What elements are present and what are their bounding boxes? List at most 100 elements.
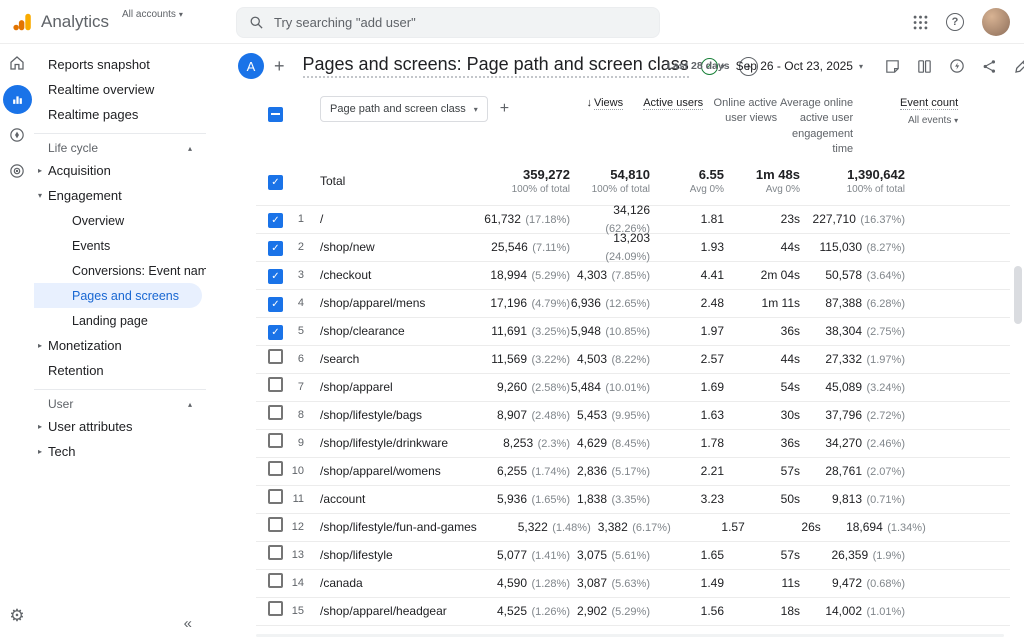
event-count-cell: 38,304 (2.75%) xyxy=(800,322,905,340)
column-header-engagement[interactable]: Average online active user engagement ti… xyxy=(777,96,853,158)
page-path-cell: /shop/lifestyle/drinkware xyxy=(304,436,456,450)
row-checkbox[interactable] xyxy=(256,349,286,369)
engagement-cell: 57s xyxy=(724,546,800,564)
page-path-cell: /shop/apparel/womens xyxy=(304,464,456,478)
select-all-checkbox[interactable] xyxy=(256,102,286,122)
sidebar-item-user-attributes[interactable]: ▸ User attributes xyxy=(34,414,206,439)
row-index: 14 xyxy=(286,577,304,589)
compare-reports-icon[interactable] xyxy=(916,58,933,75)
event-filter[interactable]: All events ▾ xyxy=(853,114,958,128)
views-cell: 6,255 (1.74%) xyxy=(456,462,570,480)
checkbox-unchecked-icon xyxy=(268,573,283,588)
sidebar-item-label: Acquisition xyxy=(48,163,111,178)
row-checkbox[interactable] xyxy=(256,210,286,229)
add-comparison-icon[interactable]: + xyxy=(274,57,285,75)
sidebar-item-events[interactable]: Events xyxy=(34,233,206,258)
section-life-cycle[interactable]: Life cycle ▴ xyxy=(34,133,206,158)
avatar[interactable] xyxy=(982,8,1010,36)
table-row: 15/shop/apparel/headgear4,525 (1.26%)2,9… xyxy=(256,598,1010,626)
totals-checkbox[interactable] xyxy=(256,172,286,191)
apps-grid-icon[interactable] xyxy=(913,15,928,30)
dimension-selector[interactable]: Page path and screen class ▾ xyxy=(320,96,488,122)
totals-row: Total 359,272 100% of total 54,810 100% … xyxy=(256,158,1010,206)
views-cell: 9,260 (2.58%) xyxy=(456,378,570,396)
checkbox-unchecked-icon xyxy=(268,545,283,560)
report-title[interactable]: Pages and screens: Page path and screen … xyxy=(303,54,689,78)
row-checkbox[interactable] xyxy=(256,266,286,285)
totals-label: Total xyxy=(304,174,456,188)
table-row: 6/search11,569 (3.22%)4,503 (8.22%)2.574… xyxy=(256,346,1010,374)
row-checkbox[interactable] xyxy=(256,322,286,341)
column-label: Average online active user engagement ti… xyxy=(780,97,853,155)
analytics-logo[interactable]: Analytics xyxy=(12,0,109,44)
checkbox-checked-icon xyxy=(268,175,283,190)
engagement-cell: 44s xyxy=(724,350,800,368)
reports-icon[interactable] xyxy=(0,82,34,116)
global-search-input[interactable]: Try searching "add user" xyxy=(236,7,660,38)
online-views-cell: 1.78 xyxy=(650,434,724,452)
active-users-cell: 4,503 (8.22%) xyxy=(570,350,650,368)
sidebar-item-retention[interactable]: Retention xyxy=(34,358,206,383)
admin-gear-icon[interactable]: ⚙ xyxy=(0,606,34,626)
event-count-cell: 27,332 (1.97%) xyxy=(800,350,905,368)
column-header-event-count[interactable]: Event count All events ▾ xyxy=(853,96,958,128)
row-index: 7 xyxy=(286,381,304,393)
row-checkbox[interactable] xyxy=(256,405,286,425)
sidebar-item-overview[interactable]: Overview xyxy=(34,208,206,233)
sidebar-item-conversions[interactable]: Conversions: Event name xyxy=(34,258,206,283)
row-checkbox[interactable] xyxy=(256,601,286,621)
column-header-active-users[interactable]: Active users xyxy=(623,96,703,111)
sidebar-item-landing-page[interactable]: Landing page xyxy=(34,308,206,333)
horizontal-scrollbar[interactable] xyxy=(256,634,1004,637)
row-checkbox[interactable] xyxy=(256,294,286,313)
engagement-cell: 57s xyxy=(724,462,800,480)
row-checkbox[interactable] xyxy=(256,545,286,565)
notes-icon[interactable] xyxy=(884,58,901,75)
column-header-online-views[interactable]: Online active user views xyxy=(703,96,777,127)
views-cell: 18,994 (5.29%) xyxy=(456,266,570,284)
row-checkbox[interactable] xyxy=(256,461,286,481)
share-icon[interactable] xyxy=(981,58,998,75)
checkbox-checked-icon xyxy=(268,325,283,340)
engagement-cell: 2m 04s xyxy=(724,266,800,284)
column-header-views[interactable]: ↓Views xyxy=(509,96,623,111)
home-icon[interactable] xyxy=(0,46,34,80)
engagement-cell: 11s xyxy=(724,574,800,592)
sidebar-item-label: User attributes xyxy=(48,419,133,434)
page-path-cell: /shop/apparel xyxy=(304,380,456,394)
sidebar-item-reports-snapshot[interactable]: Reports snapshot xyxy=(34,52,206,77)
insights-icon[interactable] xyxy=(948,57,966,75)
add-dimension-icon[interactable]: + xyxy=(500,100,509,118)
collapse-sidebar-icon[interactable]: « xyxy=(184,615,192,632)
sidebar-item-pages-and-screens[interactable]: Pages and screens xyxy=(34,283,202,308)
explore-icon[interactable] xyxy=(0,118,34,152)
sidebar-item-realtime-pages[interactable]: Realtime pages xyxy=(34,102,206,127)
page-path-cell: /shop/apparel/headgear xyxy=(304,604,456,618)
active-users-cell: 2,902 (5.29%) xyxy=(570,602,650,620)
row-index: 13 xyxy=(286,549,304,561)
event-count-cell: 34,270 (2.46%) xyxy=(800,434,905,452)
chevron-down-icon: ▾ xyxy=(954,116,958,125)
row-checkbox[interactable] xyxy=(256,238,286,257)
date-range-selector[interactable]: Last 28 days Sep 26 - Oct 23, 2025 ▾ xyxy=(667,59,863,73)
comparison-chip[interactable]: A xyxy=(238,53,264,79)
row-checkbox[interactable] xyxy=(256,489,286,509)
sidebar-item-monetization[interactable]: ▸ Monetization xyxy=(34,333,206,358)
sidebar-item-engagement[interactable]: ▾ Engagement xyxy=(34,183,206,208)
sidebar-item-acquisition[interactable]: ▸ Acquisition xyxy=(34,158,206,183)
customize-report-icon[interactable] xyxy=(1013,57,1024,75)
advertising-icon[interactable] xyxy=(0,154,34,188)
table-row: 8/shop/lifestyle/bags8,907 (2.48%)5,453 … xyxy=(256,402,1010,430)
sidebar-item-tech[interactable]: ▸ Tech xyxy=(34,439,206,464)
row-checkbox[interactable] xyxy=(256,573,286,593)
account-switcher[interactable]: All accounts ▾ xyxy=(122,9,183,20)
sidebar-item-realtime-overview[interactable]: Realtime overview xyxy=(34,77,206,102)
row-checkbox[interactable] xyxy=(256,517,286,537)
checkbox-unchecked-icon xyxy=(268,433,283,448)
engagement-cell: 36s xyxy=(724,434,800,452)
row-checkbox[interactable] xyxy=(256,377,286,397)
row-checkbox[interactable] xyxy=(256,433,286,453)
section-user[interactable]: User ▴ xyxy=(34,389,206,414)
help-icon[interactable]: ? xyxy=(946,13,964,31)
vertical-scrollbar[interactable] xyxy=(1014,266,1022,324)
